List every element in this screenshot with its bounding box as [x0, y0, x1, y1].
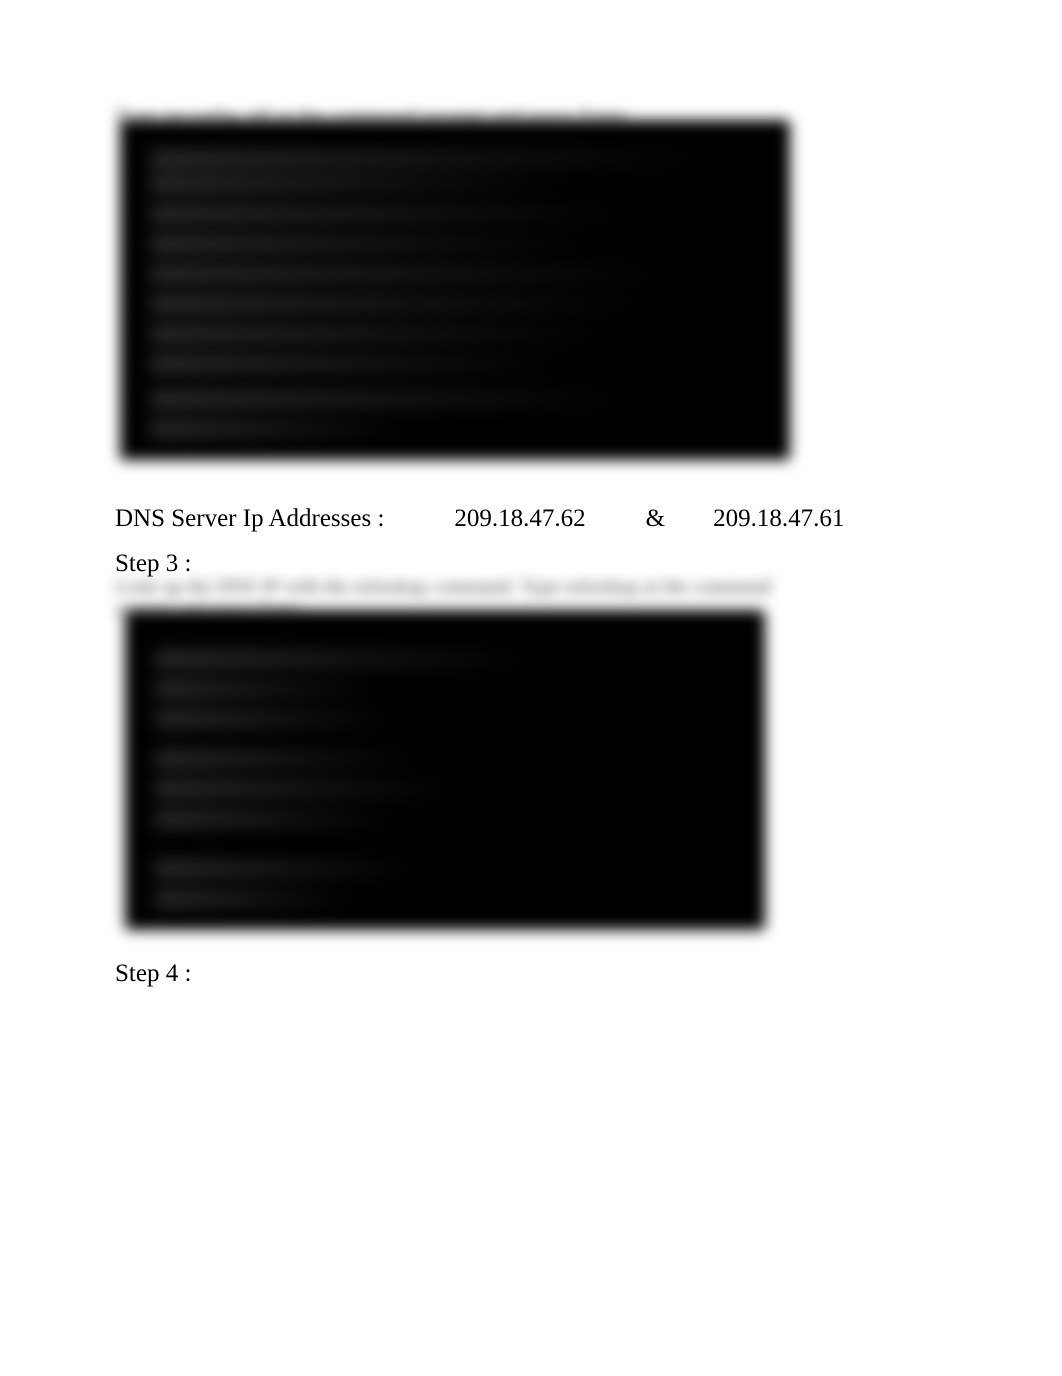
dns-ip-2: 209.18.47.61: [713, 505, 844, 533]
dns-label: DNS Server Ip Addresses :: [115, 505, 384, 533]
caption-above-terminal-2: Look up the DNS IP with the nslookup com…: [115, 575, 805, 615]
terminal-screenshot-1: [120, 120, 790, 460]
document-page: Type ipconfig /all at the command prompt…: [0, 0, 1062, 1376]
terminal-screenshot-2: [125, 610, 765, 930]
dns-ampersand: &: [646, 505, 665, 533]
step-3-heading: Step 3 :: [115, 550, 191, 578]
step-4-heading: Step 4 :: [115, 960, 191, 988]
dns-address-line: DNS Server Ip Addresses : 209.18.47.62 &…: [115, 505, 844, 533]
dns-ip-1: 209.18.47.62: [454, 505, 585, 533]
